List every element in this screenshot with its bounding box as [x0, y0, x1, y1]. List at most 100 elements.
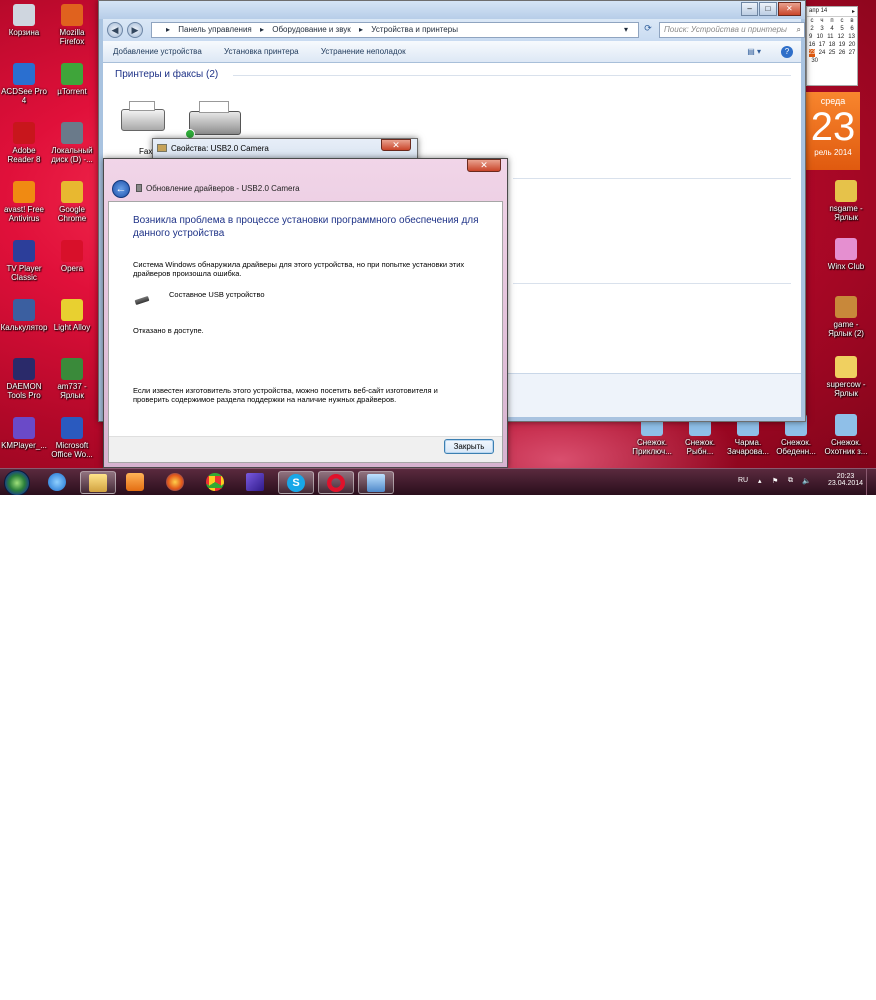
calendar-day[interactable]: 18 [829, 41, 836, 49]
taskbar-control-panel[interactable] [358, 471, 394, 494]
calendar-day[interactable]: 10 [816, 33, 823, 41]
desktop: Корзина Mozilla Firefox ACDSee Pro 4 µTorre… [0, 0, 876, 495]
language-indicator[interactable]: RU [738, 477, 748, 484]
desktop-icon[interactable]: Mozilla Firefox [48, 4, 96, 46]
volume-icon[interactable]: 🔈 [802, 477, 811, 485]
show-desktop-button[interactable] [866, 469, 876, 495]
help-icon[interactable]: ? [781, 46, 793, 58]
breadcrumb-item-hardware[interactable]: Оборудование и звук [272, 25, 351, 34]
search-input[interactable]: Поиск: Устройства и принтеры ⌕ [659, 22, 805, 38]
window-titlebar[interactable]: – □ ✕ [99, 1, 805, 19]
calendar-day[interactable]: 23 [808, 49, 816, 57]
close-icon[interactable]: ✕ [381, 139, 411, 151]
calendar-day[interactable]: 30 [811, 57, 818, 65]
back-arrow-icon[interactable]: ◀ [107, 22, 123, 38]
desktop-icon[interactable]: avast! Free Antivirus [0, 181, 48, 223]
add-device-button[interactable]: Добавление устройства [113, 47, 202, 56]
close-button[interactable]: Закрыть [444, 439, 494, 454]
minimize-icon[interactable]: – [741, 2, 759, 16]
date-gadget[interactable]: среда 23 рель 2014 [806, 92, 860, 170]
back-arrow-icon[interactable]: ← [112, 180, 130, 198]
taskbar-explorer[interactable] [80, 471, 116, 494]
desktop-icon-nsgame[interactable]: nsgame - Ярлык [822, 180, 870, 222]
troubleshoot-button[interactable]: Устранение неполадок [321, 47, 406, 56]
taskbar-ie[interactable] [40, 471, 76, 494]
fax-device[interactable]: Fax [117, 101, 169, 156]
utorrent-icon [61, 63, 83, 85]
calendar-day[interactable]: 24 [819, 49, 826, 57]
add-printer-button[interactable]: Установка принтера [224, 47, 299, 56]
breadcrumb-item-devices[interactable]: Устройства и принтеры [371, 25, 458, 34]
desktop-icon[interactable]: ACDSee Pro 4 [0, 63, 48, 105]
calendar-gadget[interactable]: апр 14 ▸ с ч п с в 2 3 4 5 6 9 10 11 12 13 16 17 18 1… [806, 6, 858, 86]
desktop-icon[interactable]: Adobe Reader 8 [0, 122, 48, 164]
forward-arrow-icon[interactable]: ▶ [127, 22, 143, 38]
calendar-day[interactable]: 5 [840, 25, 843, 33]
calendar-day[interactable]: 4 [830, 25, 833, 33]
refresh-icon[interactable]: ⟳ [641, 23, 655, 37]
breadcrumb-item-control-panel[interactable]: Панель управления [178, 25, 252, 34]
chevron-up-icon[interactable]: ▴ [758, 477, 762, 485]
taskbar-opera[interactable] [318, 471, 354, 494]
calendar-weekday: с [840, 18, 844, 24]
view-options-icon[interactable]: ▤ ▾ [747, 41, 761, 63]
taskbar-firefox[interactable] [158, 471, 194, 494]
desktop-icon[interactable]: Light Alloy [48, 299, 96, 332]
taskbar-media-player[interactable] [118, 471, 154, 494]
close-icon[interactable]: ✕ [467, 159, 501, 172]
properties-title: Свойства: USB2.0 Camera [171, 144, 269, 153]
calendar-day[interactable]: 19 [839, 41, 846, 49]
breadcrumb[interactable]: ▸ Панель управления ▸ Оборудование и зву… [151, 22, 639, 38]
close-icon[interactable]: ✕ [777, 2, 801, 16]
calendar-day[interactable]: 9 [809, 33, 812, 41]
desktop-icon[interactable]: Microsoft Office Wo... [48, 417, 96, 459]
desktop-icon[interactable]: KMPlayer_... [0, 417, 48, 450]
calendar-day[interactable]: 17 [819, 41, 826, 49]
chevron-down-icon[interactable]: ▾ [624, 23, 628, 37]
calendar-day[interactable]: 16 [809, 41, 816, 49]
calendar-day[interactable]: 20 [849, 41, 856, 49]
desktop-icon[interactable]: am737 - Ярлык [48, 358, 96, 400]
flag-icon[interactable]: ⚑ [772, 477, 778, 485]
devices-icon [367, 474, 385, 492]
calendar-day[interactable]: 2 [810, 25, 813, 33]
calendar-day[interactable]: 25 [829, 49, 836, 57]
date-gadget-day: 23 [810, 105, 856, 149]
dialog-title: Обновление драйверов - USB2.0 Camera [146, 184, 300, 193]
desktop-icon[interactable]: µTorrent [48, 63, 96, 96]
calendar-day[interactable]: 11 [827, 33, 833, 41]
calendar-day[interactable]: 3 [820, 25, 823, 33]
maximize-icon[interactable]: □ [759, 2, 777, 16]
clock[interactable]: 20:23 23.04.2014 [828, 473, 863, 487]
desktop-icon[interactable]: Opera [48, 240, 96, 273]
calendar-day[interactable]: 27 [849, 49, 856, 57]
desktop-icon-label: Снежок. Обеденн... [776, 438, 816, 456]
printer-device[interactable] [185, 101, 245, 139]
clock-date: 23.04.2014 [828, 480, 864, 487]
desktop-icon[interactable]: TV Player Classic [0, 240, 48, 282]
desktop-icon[interactable]: Локальный диск (D) -... [48, 122, 96, 164]
network-icon[interactable]: ⧉ [788, 477, 793, 485]
search-icon[interactable]: ⌕ [797, 23, 801, 37]
desktop-icon-game2[interactable]: game - Ярлык (2) [822, 296, 870, 338]
error-text: Отказано в доступе. [133, 326, 204, 335]
calendar-day[interactable]: 13 [848, 33, 855, 41]
desktop-icon-winx[interactable]: Winx Club [822, 238, 870, 271]
desktop-icon[interactable]: Корзина [0, 4, 48, 37]
desktop-icon-label: Microsoft Office Wo... [51, 441, 93, 459]
desktop-icon-snezhok-hunter[interactable]: Снежок. Охотник з... [822, 414, 870, 456]
usb-plug [134, 295, 150, 306]
calendar-day[interactable]: 26 [839, 49, 846, 57]
desktop-icon[interactable]: DAEMON Tools Pro [0, 358, 48, 400]
start-button[interactable] [4, 470, 30, 495]
taskbar-kmplayer[interactable] [238, 471, 274, 494]
calendar-day[interactable]: 6 [850, 25, 853, 33]
desktop-icon[interactable]: Google Chrome [48, 181, 96, 223]
taskbar-skype[interactable]: S [278, 471, 314, 494]
taskbar-chrome[interactable] [198, 471, 234, 494]
calendar-day[interactable]: 12 [837, 33, 844, 41]
printers-group-title[interactable]: Принтеры и факсы (2) [115, 69, 218, 80]
chevron-right-icon[interactable]: ▸ [852, 8, 855, 15]
desktop-icon-supercow[interactable]: supercow - Ярлык [822, 356, 870, 398]
desktop-icon[interactable]: Калькулятор [0, 299, 48, 332]
